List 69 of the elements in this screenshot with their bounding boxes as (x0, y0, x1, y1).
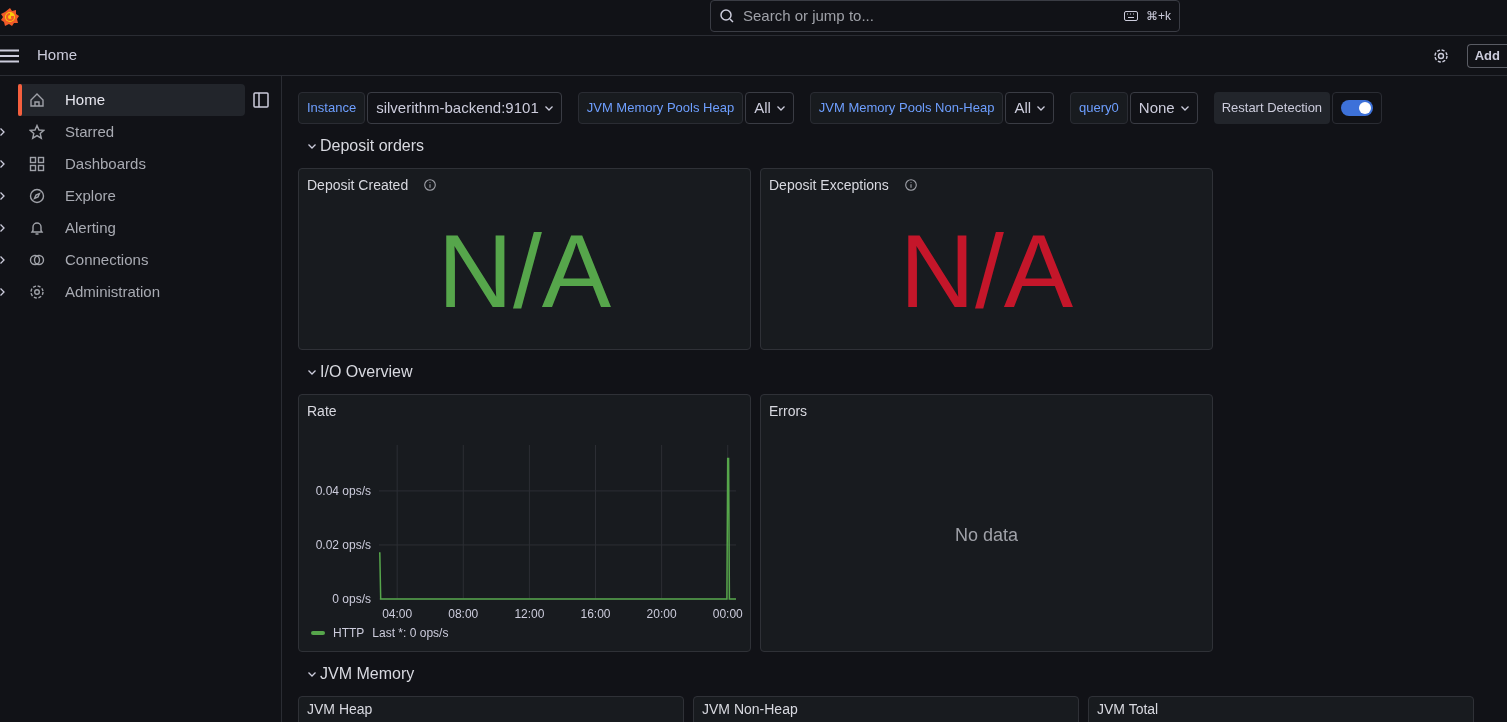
expand-icon[interactable] (0, 192, 5, 200)
sidebar-item[interactable]: Connections (18, 244, 245, 276)
expand-icon[interactable] (0, 128, 5, 136)
panel-title: JVM Total (1097, 699, 1159, 719)
no-data-message: No data (953, 523, 1019, 547)
logo-icon[interactable] (0, 6, 20, 28)
link-icon (29, 252, 45, 268)
panel-title: Deposit Exceptions (769, 175, 889, 195)
expand-icon[interactable] (0, 224, 5, 232)
x-tick-label: 20:00 (646, 607, 677, 621)
variable-dropdown[interactable]: All (1005, 92, 1055, 124)
stat-value: N/A (436, 212, 613, 331)
grid-icon (29, 156, 45, 172)
settings-icon[interactable] (1432, 47, 1449, 64)
keyboard-icon (1124, 11, 1138, 21)
menu-icon[interactable] (0, 48, 19, 63)
x-tick-label: 16:00 (580, 607, 611, 621)
panel-title: Rate (307, 401, 337, 421)
chevron-down-icon (544, 105, 553, 111)
y-tick-label: 0.02 ops/s (315, 537, 371, 552)
x-tick-label: 08:00 (448, 607, 479, 621)
expand-icon[interactable] (0, 256, 5, 264)
search-icon (719, 8, 735, 24)
row-header[interactable]: I/O Overview (298, 350, 1507, 394)
bell-icon (29, 220, 45, 236)
panel-title: JVM Non-Heap (702, 699, 798, 719)
row-header[interactable]: JVM Memory (298, 652, 1507, 696)
x-tick-label: 12:00 (514, 607, 545, 621)
x-tick-label: 00:00 (712, 607, 743, 621)
variable-label: query0 (1070, 92, 1128, 124)
sidebar-item[interactable]: Dashboards (18, 148, 245, 180)
chevron-down-icon (1037, 105, 1046, 111)
legend-value: Last *: 0 ops/s (372, 625, 449, 642)
chevron-down-icon (1180, 105, 1189, 111)
panel-title: JVM Heap (307, 699, 373, 719)
legend-label[interactable]: HTTP (333, 624, 365, 642)
variable-dropdown[interactable]: None (1129, 92, 1198, 124)
breadcrumb[interactable]: Home (37, 44, 77, 67)
toggle-switch[interactable] (1341, 100, 1374, 116)
y-tick-label: 0 ops/s (332, 592, 371, 606)
variable-dropdown[interactable]: silverithm-backend:9101 (367, 92, 562, 124)
sidebar-item[interactable]: Alerting (18, 212, 245, 244)
star-icon (29, 124, 45, 140)
home-icon (29, 92, 45, 108)
variable-label: Restart Detection (1213, 92, 1331, 124)
active-indicator (18, 84, 22, 116)
x-tick-label: 04:00 (382, 607, 413, 621)
compass-icon (29, 188, 45, 204)
sidebar-item[interactable]: Starred (18, 116, 245, 148)
panel-title: Errors (769, 401, 808, 421)
variable-label: JVM Memory Pools Non-Heap (809, 92, 1004, 124)
shortcut-hint: ⌘+k (1146, 8, 1171, 25)
search-field[interactable]: Search or jump to... ⌘+k (710, 0, 1180, 32)
sidebar-item[interactable]: Administration (18, 276, 245, 308)
expand-icon[interactable] (0, 160, 5, 168)
gear-icon (29, 284, 45, 300)
variable-label: Instance (298, 92, 366, 124)
panel-title: Deposit Created (307, 175, 409, 195)
expand-icon[interactable] (0, 288, 5, 296)
stat-value: N/A (898, 212, 1075, 331)
add-button[interactable]: Add (1466, 43, 1507, 68)
variable-dropdown[interactable]: All (745, 92, 794, 124)
variable-label: JVM Memory Pools Heap (577, 92, 744, 124)
y-tick-label: 0.04 ops/s (315, 483, 371, 498)
sidebar-item[interactable]: Home (18, 84, 245, 116)
row-header[interactable]: Deposit orders (298, 124, 1507, 168)
dock-icon[interactable] (253, 92, 269, 108)
chevron-down-icon (776, 105, 785, 111)
sidebar-item[interactable]: Explore (18, 180, 245, 212)
